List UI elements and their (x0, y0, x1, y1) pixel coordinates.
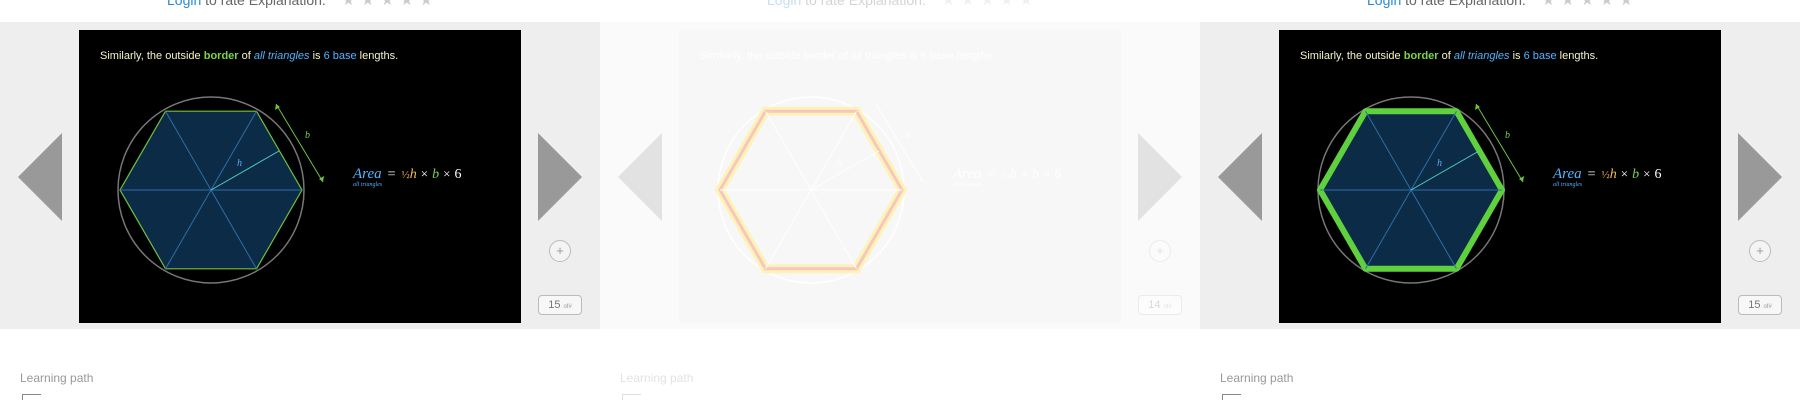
rate-text: to rate Explanation. (805, 0, 926, 8)
next-slide-arrow[interactable] (538, 133, 582, 221)
learning-path-label: Learning path (1220, 371, 1294, 385)
zoom-icon[interactable]: + (549, 240, 571, 262)
prev-slide-arrow[interactable] (1218, 133, 1262, 221)
area-formula: Area all triangles = ½h × b × 6 (953, 166, 1062, 188)
rating-stars[interactable]: ★★★★★ (942, 0, 1039, 9)
zoom-icon[interactable]: + (1749, 240, 1771, 262)
next-slide-arrow[interactable] (1738, 133, 1782, 221)
height-label: h (837, 158, 842, 169)
rating-stars[interactable]: ★★★★★ (342, 0, 439, 9)
rate-bar: Login to rate Explanation. ★★★★★ (1367, 0, 1639, 9)
base-label: b (905, 130, 910, 141)
slide-counter[interactable]: 15 of# (1738, 295, 1782, 315)
zoom-icon[interactable]: + (1149, 240, 1171, 262)
learning-path-label: Learning path (620, 371, 694, 385)
height-label: h (237, 158, 242, 169)
slide-panel-3: Login to rate Explanation. ★★★★★ Similar… (1200, 0, 1800, 400)
learning-path-icon (1222, 394, 1241, 400)
next-slide-arrow[interactable] (1138, 133, 1182, 221)
prev-slide-arrow[interactable] (618, 133, 662, 221)
base-label: b (1505, 130, 1510, 141)
slide-panel-2: Login to rate Explanation. ★★★★★ Similar… (600, 0, 1200, 400)
slide-counter[interactable]: 14 of# (1138, 295, 1182, 315)
height-label: h (1437, 158, 1442, 169)
rate-text: to rate Explanation. (205, 0, 326, 8)
login-link[interactable]: Login (167, 0, 201, 8)
prev-slide-arrow[interactable] (18, 133, 62, 221)
rate-bar: Login to rate Explanation. ★★★★★ (167, 0, 439, 9)
learning-path-icon (22, 394, 41, 400)
slide-counter[interactable]: 15 of# (538, 295, 582, 315)
slide-image: Similarly, the outside border of all tri… (79, 30, 521, 323)
slide-image: Similarly, the outside border of all tri… (1279, 30, 1721, 323)
learning-path-icon (622, 394, 641, 400)
rate-text: to rate Explanation. (1405, 0, 1526, 8)
login-link[interactable]: Login (767, 0, 801, 8)
area-formula: Area all triangles = ½h × b × 6 (353, 166, 462, 188)
rate-bar: Login to rate Explanation. ★★★★★ (767, 0, 1039, 9)
area-formula: Area all triangles = ½h × b × 6 (1553, 166, 1662, 188)
slide-image: Similarly, the outside border of all tri… (679, 30, 1121, 323)
learning-path-label: Learning path (20, 371, 94, 385)
rating-stars[interactable]: ★★★★★ (1542, 0, 1639, 9)
slide-panel-1: Login to rate Explanation. ★★★★★ Similar… (0, 0, 600, 400)
login-link[interactable]: Login (1367, 0, 1401, 8)
base-label: b (305, 130, 310, 141)
